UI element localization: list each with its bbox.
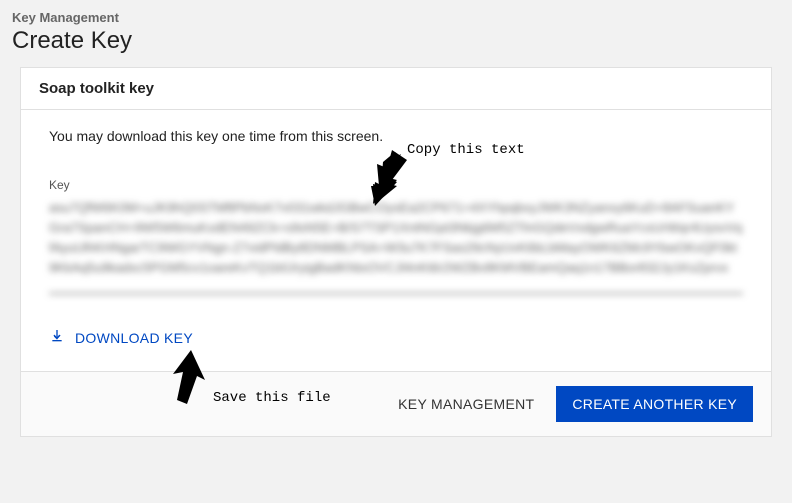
download-icon	[49, 328, 65, 347]
breadcrumb: Key Management	[12, 10, 780, 25]
key-card: Soap toolkit key You may download this k…	[20, 67, 772, 437]
annotation-copy-text: Copy this text	[407, 142, 525, 158]
card-footer: KEY MANAGEMENT CREATE ANOTHER KEY	[21, 371, 771, 436]
page-title: Create Key	[12, 27, 780, 55]
create-another-key-button[interactable]: CREATE ANOTHER KEY	[556, 386, 753, 422]
download-key-label: DOWNLOAD KEY	[75, 330, 193, 346]
download-key-link[interactable]: DOWNLOAD KEY	[49, 328, 193, 347]
key-value[interactable]: asu7QfW6K0M+uJK9hQ0STMftPbNxK7v031wkdJGB…	[49, 194, 743, 294]
instruction-text: You may download this key one time from …	[49, 128, 743, 144]
key-management-button[interactable]: KEY MANAGEMENT	[398, 396, 534, 412]
card-title: Soap toolkit key	[21, 68, 771, 110]
key-field-label: Key	[49, 178, 743, 192]
